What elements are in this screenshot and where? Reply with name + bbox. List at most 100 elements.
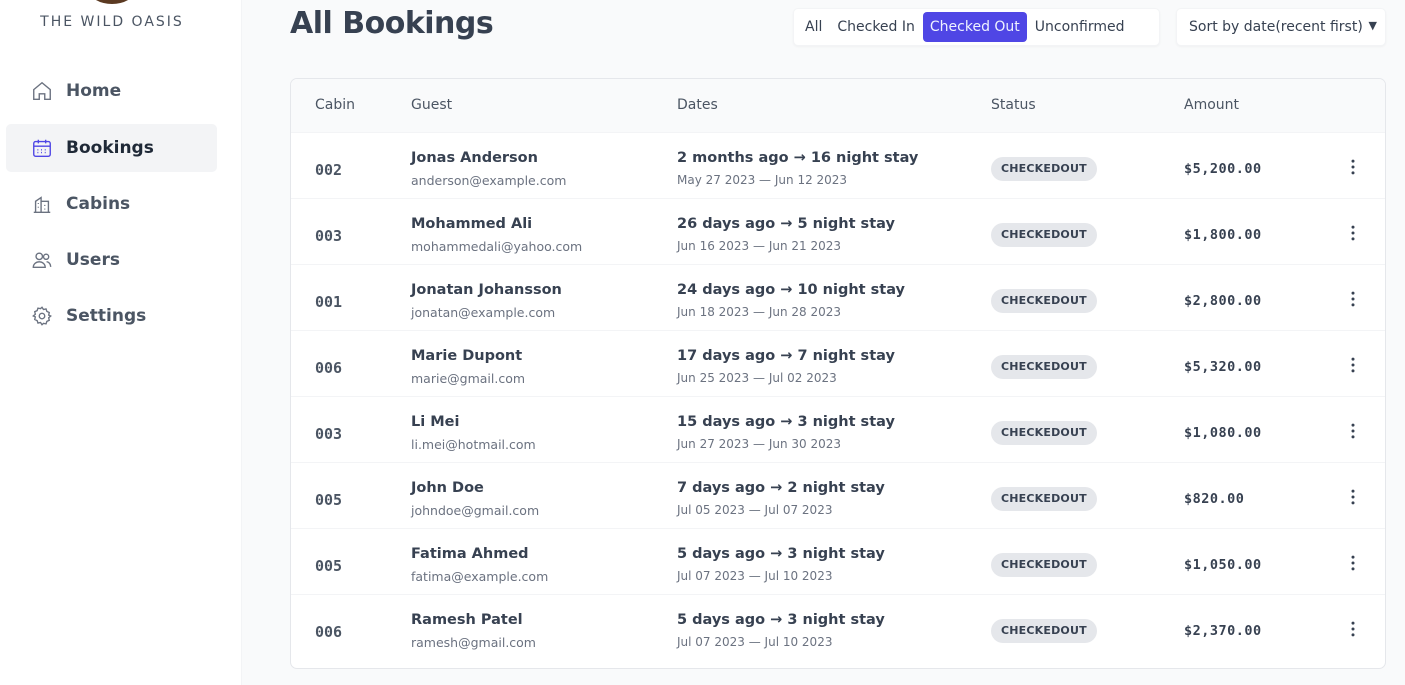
cabin-number: 003 [315,227,343,245]
guest-email: ramesh@gmail.com [411,635,536,650]
row-menu-button[interactable] [1341,485,1365,509]
nav-item-bookings[interactable]: Bookings [6,124,217,172]
more-vertical-icon [1351,291,1355,307]
nav-item-label: Bookings [66,138,154,158]
nav-item-label: Home [66,81,122,101]
cabin-number: 005 [315,557,343,575]
table-row: 001 Jonatan Johansson jonatan@example.co… [291,265,1385,331]
filter-unconfirmed-button[interactable]: Unconfirmed [1028,12,1132,42]
home-icon [30,79,54,103]
booking-amount: $2,370.00 [1184,623,1262,639]
status-badge: CHECKEDOUT [991,421,1097,445]
guest-name: Jonatan Johansson [411,282,562,298]
row-menu-button[interactable] [1341,419,1365,443]
cabin-number: 006 [315,359,343,377]
table-header: Cabin Guest Dates Status Amount [291,79,1385,133]
booking-amount: $5,320.00 [1184,359,1262,375]
brand-name: THE WILD OASIS [40,14,184,30]
main-nav: Home Bookings Cabins Users Settings [6,81,217,348]
more-vertical-icon [1351,423,1355,439]
cabin-number: 002 [315,161,343,179]
nav-item-cabins[interactable]: Cabins [6,180,217,228]
calendar-icon [30,136,54,160]
table-row: 005 John Doe johndoe@gmail.com 7 days ag… [291,463,1385,529]
stay-summary: 24 days ago → 10 night stay [677,282,905,298]
building-icon [30,192,54,216]
stay-date-range: Jun 16 2023 — Jun 21 2023 [677,239,842,253]
column-header-status: Status [991,97,1036,113]
row-menu-button[interactable] [1341,221,1365,245]
table-row: 003 Mohammed Ali mohammedali@yahoo.com 2… [291,199,1385,265]
cabin-number: 001 [315,293,343,311]
row-menu-button[interactable] [1341,155,1365,179]
stay-summary: 15 days ago → 3 night stay [677,414,895,430]
filter-checked-out-button[interactable]: Checked Out [922,12,1027,42]
status-badge: CHECKEDOUT [991,487,1097,511]
guest-name: Ramesh Patel [411,612,523,628]
nav-item-home[interactable]: Home [6,67,217,115]
guest-email: johndoe@gmail.com [411,503,540,518]
table-row: 006 Marie Dupont marie@gmail.com 17 days… [291,331,1385,397]
logo-image [90,0,134,4]
cabin-number: 005 [315,491,343,509]
table-row: 006 Ramesh Patel ramesh@gmail.com 5 days… [291,595,1385,661]
stay-summary: 5 days ago → 3 night stay [677,612,885,628]
stay-summary: 2 months ago → 16 night stay [677,150,919,166]
booking-amount: $2,800.00 [1184,293,1262,309]
booking-amount: $1,050.00 [1184,557,1262,573]
filter-all-button[interactable]: All [798,12,829,42]
caret-down-icon: ▼ [1368,19,1377,32]
stay-date-range: May 27 2023 — Jun 12 2023 [677,173,848,187]
guest-email: jonatan@example.com [411,305,556,320]
filter-checked-in-button[interactable]: Checked In [830,12,922,42]
more-vertical-icon [1351,489,1355,505]
sort-select[interactable]: Sort by date(recent first) ▼ [1176,8,1386,46]
cabin-number: 003 [315,425,343,443]
status-badge: CHECKEDOUT [991,619,1097,643]
row-menu-button[interactable] [1341,617,1365,641]
status-badge: CHECKEDOUT [991,223,1097,247]
booking-filter: All Checked In Checked Out Unconfirmed [793,8,1160,46]
stay-date-range: Jun 27 2023 — Jun 30 2023 [677,437,842,451]
guest-name: Mohammed Ali [411,216,533,232]
status-badge: CHECKEDOUT [991,355,1097,379]
table-row: 003 Li Mei li.mei@hotmail.com 15 days ag… [291,397,1385,463]
nav-item-settings[interactable]: Settings [6,292,217,340]
row-menu-button[interactable] [1341,551,1365,575]
stay-date-range: Jun 25 2023 — Jul 02 2023 [677,371,837,385]
booking-amount: $5,200.00 [1184,161,1262,177]
sidebar: THE WILD OASIS Home Bookings Cabins User… [0,0,242,685]
guest-email: fatima@example.com [411,569,549,584]
bookings-table: Cabin Guest Dates Status Amount 002 Jona… [290,78,1386,669]
cabin-number: 006 [315,623,343,641]
more-vertical-icon [1351,621,1355,637]
stay-summary: 7 days ago → 2 night stay [677,480,885,496]
more-vertical-icon [1351,225,1355,241]
nav-item-label: Users [66,250,120,270]
guest-name: Fatima Ahmed [411,546,529,562]
stay-summary: 17 days ago → 7 night stay [677,348,895,364]
row-menu-button[interactable] [1341,353,1365,377]
stay-date-range: Jun 18 2023 — Jun 28 2023 [677,305,842,319]
stay-date-range: Jul 07 2023 — Jul 10 2023 [677,569,833,583]
more-vertical-icon [1351,357,1355,373]
status-badge: CHECKEDOUT [991,289,1097,313]
guest-name: John Doe [411,480,484,496]
row-menu-button[interactable] [1341,287,1365,311]
status-badge: CHECKEDOUT [991,157,1097,181]
stay-summary: 26 days ago → 5 night stay [677,216,895,232]
sort-selected-value: Sort by date(recent first) [1189,19,1363,35]
booking-amount: $1,080.00 [1184,425,1262,441]
gear-icon [30,304,54,328]
page-title: All Bookings [290,6,494,41]
nav-item-users[interactable]: Users [6,236,217,284]
stay-date-range: Jul 07 2023 — Jul 10 2023 [677,635,833,649]
users-icon [30,248,54,272]
nav-item-label: Cabins [66,194,131,214]
main-content: All Bookings All Checked In Checked Out … [242,0,1405,685]
app: THE WILD OASIS Home Bookings Cabins User… [0,0,1405,685]
column-header-guest: Guest [411,97,453,113]
column-header-cabin: Cabin [315,97,356,113]
more-vertical-icon [1351,159,1355,175]
guest-email: marie@gmail.com [411,371,526,386]
